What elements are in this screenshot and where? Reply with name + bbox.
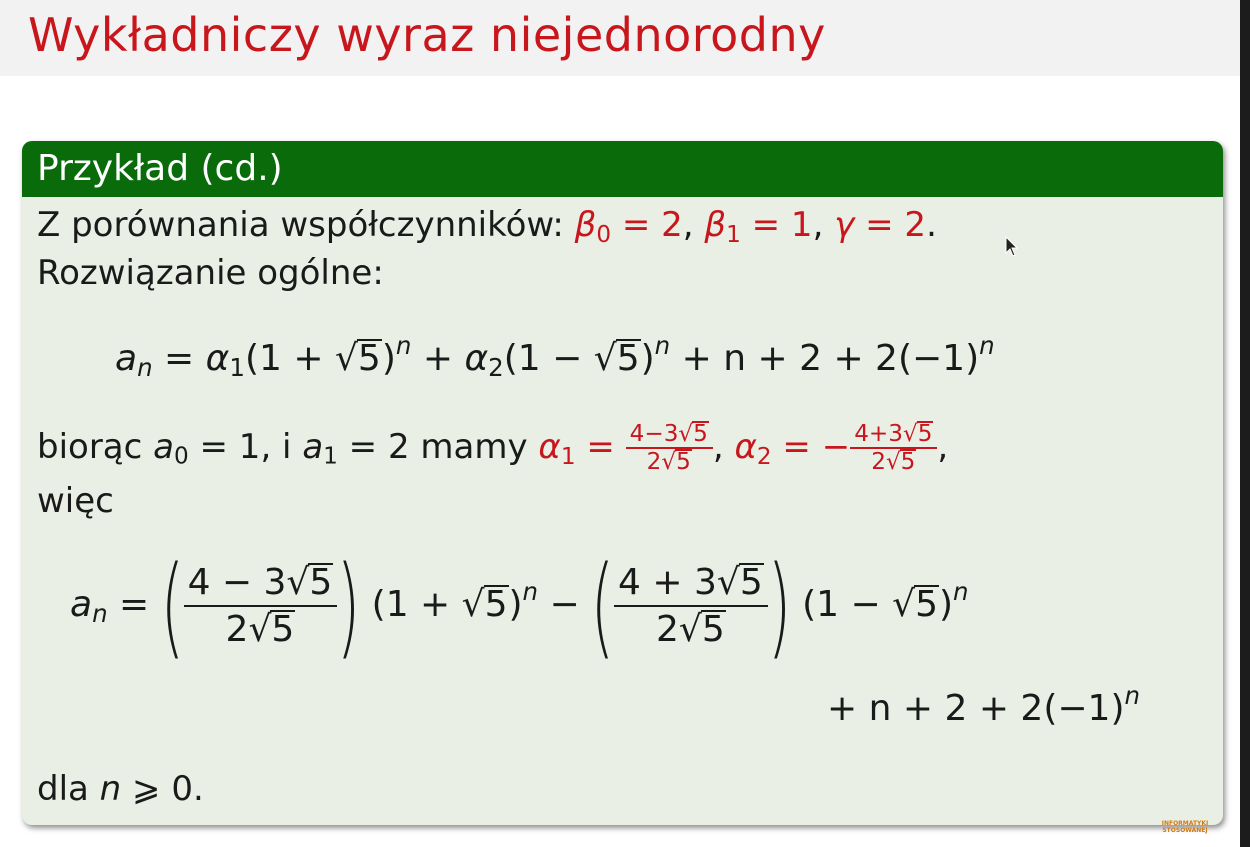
- beta0-expr: β0 = 2: [574, 205, 683, 248]
- domain-condition: dla n ⩾ 0.: [37, 769, 204, 809]
- gamma-expr: γ = 2: [834, 205, 927, 245]
- slide: Wykładniczy wyraz niejednorodny Przykład…: [0, 0, 1250, 847]
- comparison-line: Z porównania współczynników: β0 = 2, β1 …: [37, 205, 937, 248]
- comparison-text: Z porównania współczynników:: [37, 205, 564, 245]
- mouse-cursor-icon: [1005, 236, 1019, 257]
- window-edge: [1240, 0, 1250, 847]
- beta1-expr: β1 = 1: [704, 205, 813, 248]
- alpha1-value: α1 = 4−3√5 2√5: [538, 421, 713, 475]
- block-header: Przykład (cd.): [22, 141, 1223, 197]
- example-block: Przykład (cd.) Z porównania współczynnik…: [22, 141, 1223, 825]
- institute-logo: INFORMATYKI STOSOWANEJ: [1161, 820, 1209, 834]
- general-solution-equation: an = α1(1 + √5)n + α2(1 − √5)n + n + 2 +…: [115, 331, 995, 383]
- title-bar: Wykładniczy wyraz niejednorodny: [0, 0, 1250, 76]
- slide-title: Wykładniczy wyraz niejednorodny: [28, 8, 826, 62]
- particular-solution-tail: + n + 2 + 2(−1)n: [827, 681, 1141, 729]
- particular-solution-equation: an = (4 − 3√5 2√5) (1 + √5)n − (4 + 3√5 2√…: [70, 542, 969, 670]
- block-title: Przykład (cd.): [37, 148, 283, 189]
- therefore-label: więc: [37, 481, 114, 521]
- initial-conditions-line: biorąc a0 = 1, i a1 = 2 mamy α1 = 4−3√5 2…: [37, 421, 949, 476]
- alpha2-value: α2 = −4+3√5 2√5: [734, 421, 938, 475]
- general-solution-label: Rozwiązanie ogólne:: [37, 253, 384, 293]
